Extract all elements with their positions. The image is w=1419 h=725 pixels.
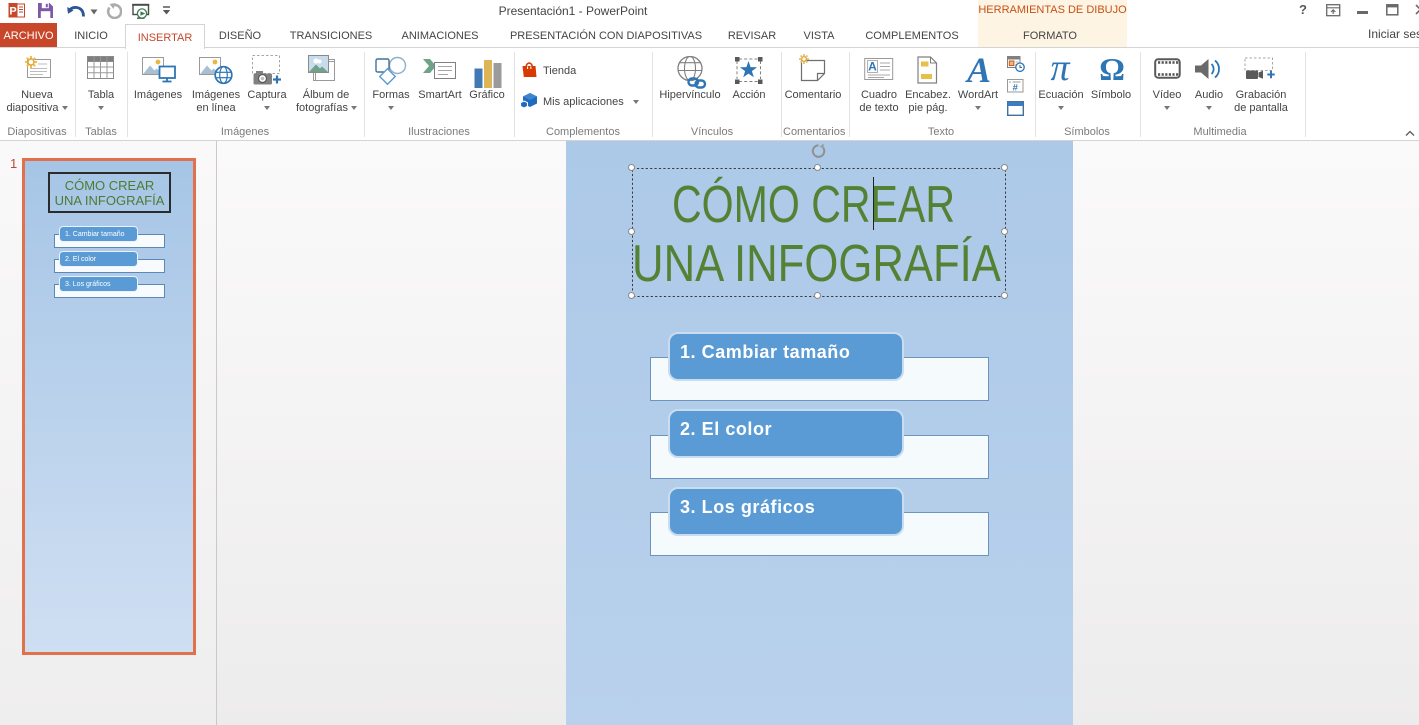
svg-text:#: # xyxy=(1013,83,1019,94)
svg-text:π: π xyxy=(1050,54,1070,86)
svg-text:P: P xyxy=(9,6,16,18)
svg-text:A: A xyxy=(965,54,991,86)
svg-text:Ω: Ω xyxy=(1099,54,1125,86)
svg-text:A: A xyxy=(868,60,877,74)
